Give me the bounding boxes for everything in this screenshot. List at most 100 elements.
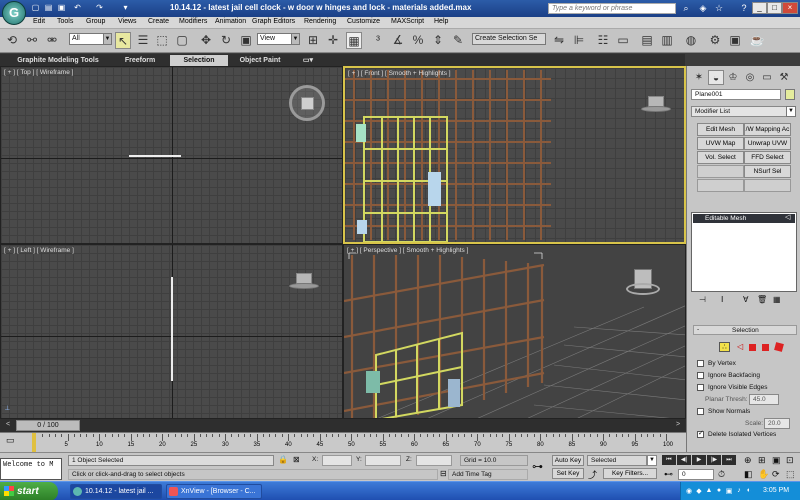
uvw-mapping-add-button[interactable]: /W Mapping Ac: [744, 123, 791, 136]
select-and-link-icon[interactable]: ⚯: [24, 32, 40, 49]
new-file-icon[interactable]: ▢: [30, 3, 41, 13]
menu-maxscript[interactable]: MAXScript: [391, 18, 424, 25]
by-vertex-checkbox[interactable]: [697, 360, 704, 367]
stack-item-editable-mesh[interactable]: Editable Mesh: [693, 214, 795, 223]
menu-views[interactable]: Views: [118, 18, 137, 25]
viewport-left[interactable]: ⟂ [ + ] [ Left ] [ Wireframe ]: [0, 244, 343, 419]
delete-isolated-vertices-checkbox[interactable]: [697, 429, 704, 438]
modifier-stack[interactable]: Editable Mesh ◁: [691, 212, 797, 292]
object-color-swatch[interactable]: [785, 89, 795, 100]
play-icon[interactable]: ▶: [692, 455, 706, 465]
add-time-tag-button[interactable]: Add Time Tag: [448, 469, 528, 480]
tray-app-icon[interactable]: ◉: [685, 487, 693, 496]
empty-modifier-slot[interactable]: [697, 179, 744, 192]
key-mode-dropdown[interactable]: Selected: [587, 455, 647, 466]
chevron-down-icon[interactable]: ▼: [647, 455, 657, 466]
pin-stack-icon[interactable]: ◁: [785, 213, 790, 221]
chevron-down-icon[interactable]: ▼: [103, 33, 112, 45]
volume-icon[interactable]: ♪: [735, 487, 743, 496]
graphite-toggle-icon[interactable]: ▭: [615, 32, 631, 49]
align-icon[interactable]: ⊫: [571, 32, 587, 49]
empty-modifier-slot[interactable]: [697, 165, 744, 178]
mirror-icon[interactable]: ⇋: [551, 32, 567, 49]
key-icon[interactable]: ⊶: [532, 460, 543, 473]
field-of-view-icon[interactable]: ◧: [744, 469, 753, 480]
pan-icon[interactable]: ✋: [758, 469, 769, 480]
previous-key-icon[interactable]: ◀|: [677, 455, 691, 465]
tray-app-icon[interactable]: ●: [715, 487, 723, 496]
viewport-top[interactable]: [ + ] [ Top ] [ Wireframe ]: [0, 66, 343, 244]
default-in-out-tangent-icon[interactable]: ⤴: [588, 468, 597, 481]
maximize-viewport-icon[interactable]: ⬚: [786, 469, 795, 480]
tab-selection[interactable]: Selection: [170, 55, 228, 66]
viewcube[interactable]: [287, 273, 321, 295]
go-to-end-icon[interactable]: ⏭: [722, 455, 736, 465]
scale-spinner[interactable]: 20.0: [764, 418, 790, 429]
ignore-visible-edges-checkbox[interactable]: [697, 384, 704, 391]
next-key-icon[interactable]: |▶: [707, 455, 721, 465]
element-subobject-icon[interactable]: [774, 342, 784, 352]
menu-animation[interactable]: Animation: [215, 18, 246, 25]
favorites-star-icon[interactable]: ☆: [713, 2, 725, 14]
maxscript-mini-listener[interactable]: Welcome to M: [0, 458, 62, 480]
network-icon[interactable]: ▣: [725, 487, 733, 496]
clock[interactable]: 3:05 PM: [763, 487, 789, 494]
auto-key-button[interactable]: Auto Key: [552, 455, 584, 466]
planar-thresh-spinner[interactable]: 45.0: [749, 394, 779, 405]
unlink-icon[interactable]: ⚮: [44, 32, 60, 49]
taskbar-item-xnview[interactable]: XnView - [Browser - C...: [166, 484, 262, 499]
viewport-label-top[interactable]: [ + ] [ Top ] [ Wireframe ]: [4, 69, 73, 76]
select-manipulate-icon[interactable]: ✛: [325, 32, 341, 49]
zoom-all-icon[interactable]: ⊞: [758, 455, 766, 466]
tray-app-icon[interactable]: ◆: [695, 487, 703, 496]
create-tab-icon[interactable]: ✶: [691, 70, 707, 85]
modify-tab-icon[interactable]: ◒: [708, 70, 724, 85]
select-object-icon[interactable]: ↖: [115, 32, 131, 49]
tab-object-paint[interactable]: Object Paint: [229, 55, 291, 66]
select-by-name-icon[interactable]: ☰: [135, 32, 151, 49]
menu-help[interactable]: Help: [434, 18, 448, 25]
maximize-button[interactable]: □: [767, 2, 782, 14]
motion-tab-icon[interactable]: ◎: [742, 70, 758, 85]
next-frame-icon[interactable]: >: [676, 421, 684, 430]
chevron-down-icon[interactable]: ▼: [786, 106, 796, 117]
start-button[interactable]: start: [0, 482, 58, 500]
spinner-snap-icon[interactable]: ⇕: [430, 32, 446, 49]
make-unique-icon[interactable]: ∀: [743, 295, 748, 304]
schematic-view-icon[interactable]: ▥: [659, 32, 675, 49]
ignore-backfacing-checkbox[interactable]: [697, 372, 704, 379]
pin-stack-icon[interactable]: ⊣: [699, 295, 706, 304]
viewport-perspective[interactable]: [ + ] [ Perspective ] [ Smooth + Highlig…: [343, 244, 686, 419]
viewport-label-front[interactable]: [ + ] [ Front ] [ Smooth + Highlights ]: [348, 70, 451, 77]
ffd-select-button[interactable]: FFD Select: [744, 151, 791, 164]
hierarchy-tab-icon[interactable]: ♔: [725, 70, 741, 85]
open-file-icon[interactable]: ▤: [43, 3, 54, 13]
viewport-label-left[interactable]: [ + ] [ Left ] [ Wireframe ]: [4, 247, 74, 254]
project-folder-icon[interactable]: ▾: [120, 3, 131, 13]
absolute-mode-icon[interactable]: ⊠: [293, 455, 300, 464]
current-frame-field[interactable]: 0: [678, 469, 714, 480]
zoom-extents-icon[interactable]: ▣: [772, 455, 781, 466]
named-selection-set-dropdown[interactable]: Create Selection Se: [472, 33, 546, 45]
zoom-extents-all-icon[interactable]: ⊡: [786, 455, 794, 466]
search-icon[interactable]: ⌕: [680, 2, 692, 14]
menu-customize[interactable]: Customize: [347, 18, 380, 25]
face-subobject-icon[interactable]: [749, 344, 756, 351]
ribbon-minimize-icon[interactable]: ▭▾: [297, 55, 319, 66]
render-production-icon[interactable]: ☕: [749, 32, 765, 49]
orbit-icon[interactable]: ⟳: [772, 469, 780, 480]
rollout-selection-header[interactable]: - Selection: [693, 325, 797, 335]
rendered-frame-window-icon[interactable]: ▣: [727, 32, 743, 49]
nsurf-sel-button[interactable]: NSurf Sel: [744, 165, 791, 178]
go-to-start-icon[interactable]: ⏮: [662, 455, 676, 465]
taskbar-item-3dsmax[interactable]: 10.14.12 - latest jail ...: [70, 484, 162, 499]
viewport-front[interactable]: [ + ] [ Front ] [ Smooth + Highlights ]: [343, 66, 686, 244]
menu-graph-editors[interactable]: Graph Editors: [252, 18, 295, 25]
minimize-button[interactable]: _: [752, 2, 767, 14]
key-filters-button[interactable]: Key Filters...: [603, 468, 657, 479]
unwrap-uvw-button[interactable]: Unwrap UVW: [744, 137, 791, 150]
mini-curve-editor-icon[interactable]: ▭: [6, 435, 15, 446]
move-icon[interactable]: ✥: [198, 32, 214, 49]
help-icon[interactable]: ?: [738, 2, 750, 14]
polygon-subobject-icon[interactable]: [762, 344, 769, 351]
